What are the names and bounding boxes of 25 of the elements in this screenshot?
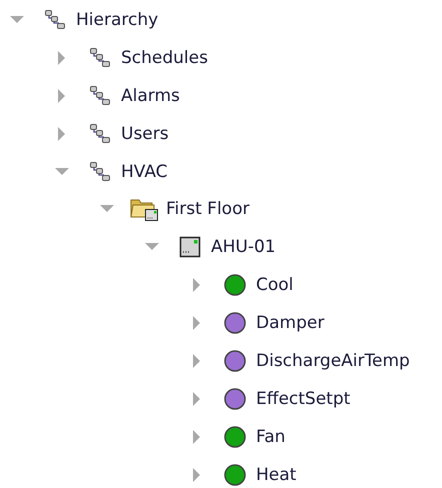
tree-item-label[interactable]: Hierarchy <box>76 10 158 30</box>
tree-item-label[interactable]: First Floor <box>166 199 250 220</box>
hierarchy-icon <box>43 8 67 32</box>
tree-item-label[interactable]: Schedules <box>121 48 208 68</box>
hierarchy-icon <box>88 122 112 146</box>
status-dot-icon <box>223 311 247 336</box>
tree-item-label[interactable]: AHU-01 <box>211 237 276 258</box>
status-dot-icon <box>223 424 247 449</box>
hierarchy-icon <box>88 84 112 108</box>
status-dot-icon <box>223 386 247 411</box>
tree-item-label[interactable]: HVAC <box>121 162 168 182</box>
tree-item-label[interactable]: Damper <box>256 313 324 334</box>
status-dot-icon <box>223 348 247 373</box>
tree-item-label[interactable]: Fan <box>256 426 286 447</box>
tree-item-label[interactable]: DischargeAirTemp <box>256 350 410 371</box>
status-dot-icon <box>223 462 247 487</box>
hierarchy-icon <box>88 160 112 184</box>
status-dot-icon <box>223 273 247 298</box>
tree-item-label[interactable]: Cool <box>256 275 294 296</box>
hierarchy-icon <box>88 46 112 70</box>
tree-item-label[interactable]: Alarms <box>121 86 180 106</box>
tree-item-label[interactable]: Heat <box>256 464 296 485</box>
device-icon <box>179 236 201 258</box>
tree-item-label[interactable]: Users <box>121 124 169 144</box>
tree-item-label[interactable]: EffectSetpt <box>256 388 350 409</box>
